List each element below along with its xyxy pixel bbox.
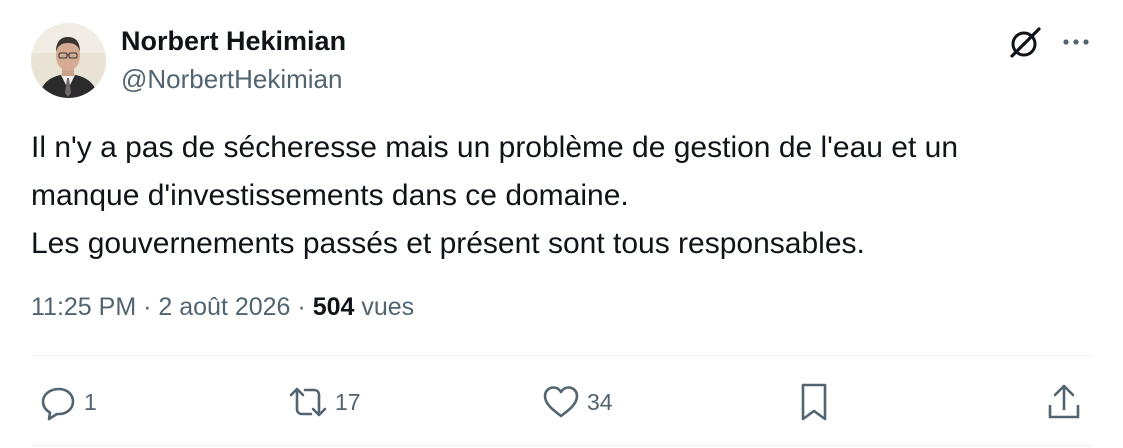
meta-separator: · [297, 293, 306, 321]
tweet-card: Norbert Hekimian @NorbertHekimian Il n'y… [0, 0, 1123, 448]
meta-separator: · [143, 293, 152, 321]
tweet-date[interactable]: 2 août 2026 [158, 293, 290, 321]
views-count: 504 [312, 293, 355, 321]
tweet-time[interactable]: 11:25 PM [31, 293, 136, 321]
like-count: 34 [587, 389, 613, 415]
divider [31, 445, 1093, 446]
author-name[interactable]: Norbert Hekimian [121, 24, 346, 58]
retweet-icon [287, 382, 329, 422]
grok-icon[interactable] [1006, 23, 1044, 61]
share-button[interactable] [1045, 381, 1083, 423]
reply-count: 1 [84, 389, 97, 415]
bookmark-button[interactable] [797, 381, 831, 423]
avatar[interactable] [31, 23, 106, 98]
like-icon [541, 382, 581, 422]
share-icon [1045, 382, 1083, 422]
divider [31, 355, 1093, 356]
more-icon[interactable] [1059, 28, 1093, 56]
retweet-button[interactable]: 17 [287, 381, 361, 423]
like-button[interactable]: 34 [541, 381, 613, 423]
views-label: vues [361, 293, 415, 321]
tweet-text: Il n'y a pas de sécheresse mais un probl… [31, 131, 959, 260]
bookmark-icon [797, 381, 831, 423]
retweet-count: 17 [335, 389, 361, 415]
author-handle[interactable]: @NorbertHekimian [121, 62, 342, 96]
reply-button[interactable]: 1 [38, 381, 97, 423]
tweet-meta: 11:25 PM · 2 août 2026 · 504 vues [31, 290, 414, 324]
reply-icon [38, 382, 78, 422]
